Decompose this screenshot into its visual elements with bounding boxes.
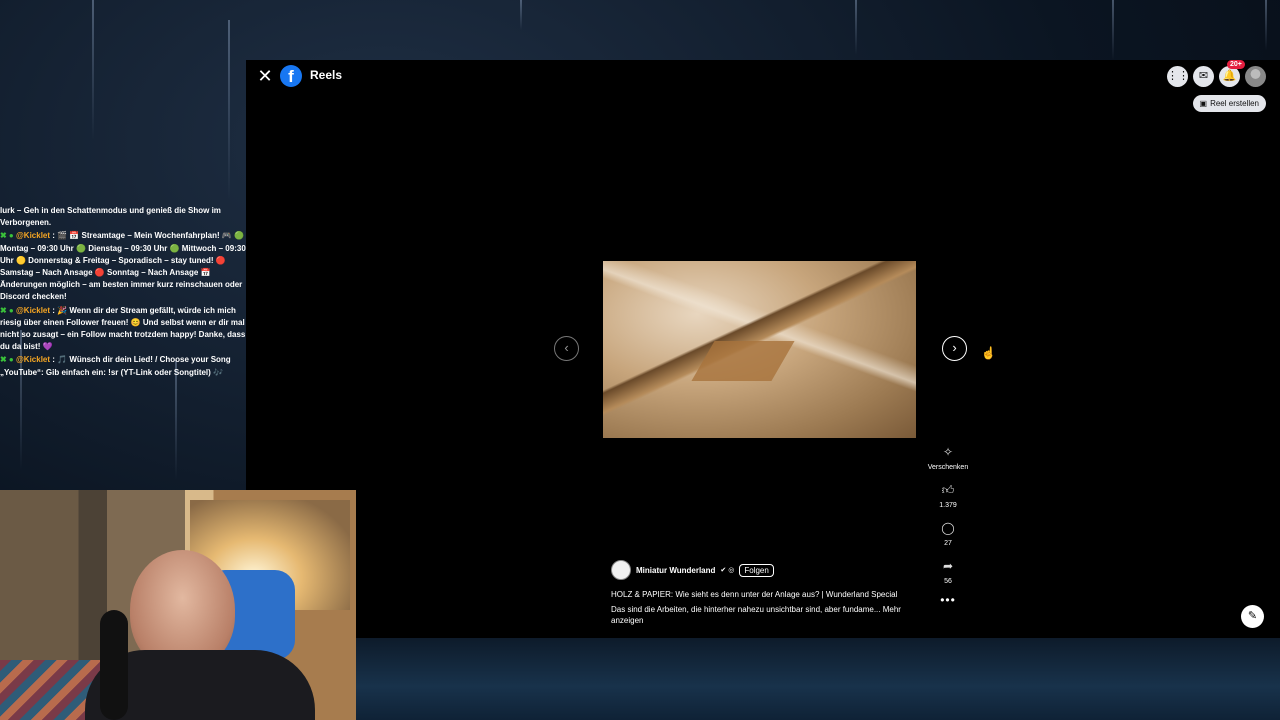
page-title: Reels [310,68,343,82]
caption-title: HOLZ & PAPIER: Wie sieht es denn unter d… [611,590,898,599]
next-reel-button[interactable]: › [942,336,967,361]
more-options-icon[interactable]: ••• [926,593,970,607]
webcam-overlay [0,490,356,720]
share-count: 56 [944,578,952,585]
reel-icon: ▣ [1199,99,1208,108]
mouse-cursor-icon: ☝ [981,346,996,360]
chat-badge-icon: ✖ ● [0,305,14,315]
top-right-icons: ⋮⋮ ✉ 🔔 20+ [1167,60,1266,87]
reel-video[interactable] [603,261,916,438]
chat-user: @Kicklet [16,231,51,241]
comment-count: 27 [944,540,952,547]
gift-icon: ✧ [942,445,954,459]
messenger-icon[interactable]: ✉ [1193,66,1214,87]
like-action[interactable]: 👍︎ 1.379 [926,479,970,509]
author-row: Miniatur Wunderland ✔ ◎ Folgen [611,560,911,580]
microphone-icon [100,610,128,720]
chat-user: @Kicklet [16,305,51,315]
author-avatar[interactable] [611,560,631,580]
chat-message: lurk – Geh in den Schattenmodus und geni… [0,205,250,229]
reels-viewer: ✕ f Reels ⋮⋮ ✉ 🔔 20+ ▣ Reel erstellen ‹ … [246,60,1280,638]
share-icon: ➦ [942,559,954,573]
follow-button[interactable]: Folgen [739,563,774,577]
profile-avatar[interactable] [1245,66,1266,87]
close-button[interactable]: ✕ [256,66,274,86]
facebook-logo-icon[interactable]: f [280,65,302,87]
author-name[interactable]: Miniatur Wunderland [636,566,715,575]
like-icon: 👍︎ [941,483,955,497]
gift-action[interactable]: ✧ Verschenken [926,441,970,471]
comment-action[interactable]: ◯ 27 [926,517,970,547]
chat-message: ✖ ● @Kicklet : 🎉 Wenn dir der Stream gef… [0,305,250,354]
create-reel-button[interactable]: ▣ Reel erstellen [1192,95,1266,112]
previous-reel-button[interactable]: ‹ [554,336,579,361]
gift-label: Verschenken [927,464,969,471]
chat-badge-icon: ✖ ● [0,355,14,365]
chat-badge-icon: ✖ ● [0,231,14,241]
caption-text[interactable]: Das sind die Arbeiten, die hinterher nah… [611,604,911,626]
reel-info: Miniatur Wunderland ✔ ◎ Folgen HOLZ & PA… [611,560,911,626]
chat-message: ✖ ● @Kicklet : 🎵 Wünsch dir dein Lied! /… [0,354,250,378]
notification-badge: 20+ [1227,60,1245,69]
share-action[interactable]: ➦ 56 [926,555,970,585]
comment-icon: ◯ [941,521,955,535]
like-count: 1.379 [939,502,957,509]
chat-text: : 🎬 📅 Streamtage – Mein Wochenfahrplan! … [0,231,246,302]
verified-icon: ✔ ◎ [720,567,735,574]
menu-grid-icon[interactable]: ⋮⋮ [1167,66,1189,87]
create-reel-label: Reel erstellen [1210,99,1259,108]
reel-actions: ✧ Verschenken 👍︎ 1.379 ◯ 27 ➦ 56 ••• [926,441,970,607]
compose-edit-icon[interactable]: ✎ [1241,605,1264,628]
notifications-bell-icon[interactable]: 🔔 20+ [1219,60,1245,87]
chat-message: ✖ ● @Kicklet : 🎬 📅 Streamtage – Mein Woc… [0,230,250,303]
chat-user: @Kicklet [16,355,51,365]
reels-top-bar: ✕ f Reels ⋮⋮ ✉ 🔔 20+ ▣ Reel erstellen [246,60,1280,112]
stream-chat-overlay: lurk – Geh in den Schattenmodus und geni… [0,205,250,380]
chat-text: lurk – Geh in den Schattenmodus und geni… [0,206,221,228]
